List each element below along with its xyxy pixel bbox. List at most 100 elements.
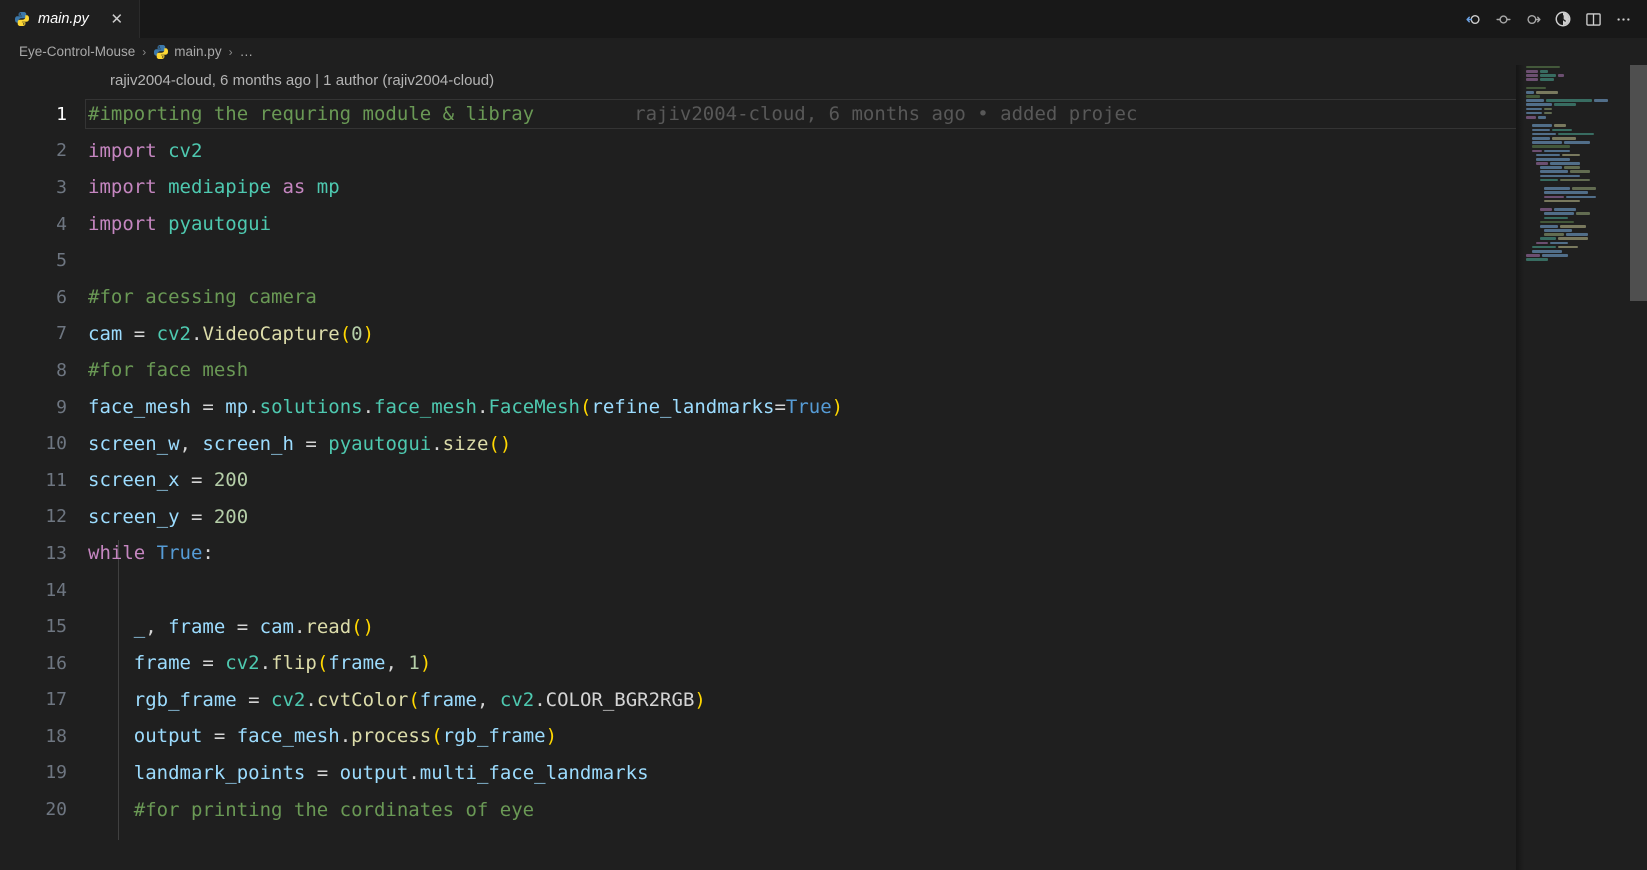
code-token: 0 xyxy=(351,322,363,345)
code-token: = xyxy=(248,688,272,711)
code-line-content[interactable]: #for printing the cordinates of eye xyxy=(85,799,1647,821)
code-line-content[interactable]: rgb_frame = cv2.cvtColor(frame, cv2.COLO… xyxy=(85,689,1647,711)
code-line-content[interactable]: landmark_points = output.multi_face_land… xyxy=(85,762,1647,784)
code-line[interactable]: 9 face_mesh = mp.solutions.face_mesh.Face… xyxy=(0,389,1647,426)
minimap-block xyxy=(1538,116,1546,119)
code-token: #for acessing camera xyxy=(88,286,317,309)
code-line[interactable]: 3 import mediapipe as mp xyxy=(0,169,1647,206)
minimap-block xyxy=(1552,136,1576,140)
code-token: . xyxy=(190,322,203,345)
code-line-content[interactable]: #for face mesh xyxy=(85,359,1647,381)
code-token: rgb_frame xyxy=(88,688,249,711)
code-token: . xyxy=(293,615,306,638)
breadcrumb-item-symbols[interactable]: … xyxy=(240,44,254,59)
minimap-block xyxy=(1540,237,1556,241)
minimap-block xyxy=(1576,212,1590,215)
code-line-content[interactable]: cam = cv2.VideoCapture(0) xyxy=(85,323,1647,345)
minimap-block xyxy=(1532,250,1562,253)
code-line[interactable]: 18 output = face_mesh.process(rgb_frame) xyxy=(0,718,1647,755)
code-token: read xyxy=(305,615,352,638)
code-token: ) xyxy=(419,652,432,675)
minimap-block xyxy=(1540,208,1552,211)
code-line[interactable]: 4 import pyautogui xyxy=(0,206,1647,243)
code-line[interactable]: 1 #importing the requring module & libray… xyxy=(0,96,1647,133)
code-token: = xyxy=(202,652,226,675)
code-line-content[interactable]: import mediapipe as mp xyxy=(85,176,1647,198)
breadcrumb-item-file[interactable]: main.py xyxy=(153,44,222,60)
code-line[interactable]: 8 #for face mesh xyxy=(0,352,1647,389)
code-token: . xyxy=(476,396,489,419)
code-token: screen_x xyxy=(88,469,191,492)
code-line-content[interactable]: face_mesh = mp.solutions.face_mesh.FaceM… xyxy=(85,396,1647,418)
code-line[interactable]: 15 _, frame = cam.read() xyxy=(0,608,1647,645)
code-line[interactable]: 20 #for printing the cordinates of eye xyxy=(0,791,1647,828)
code-token: . xyxy=(408,761,420,784)
code-token: multi_face_landmarks xyxy=(419,761,649,784)
code-token: mp xyxy=(316,176,340,199)
code-line-content[interactable]: #importing the requring module & libray r… xyxy=(85,99,1647,130)
minimap-block xyxy=(1544,191,1588,195)
code-line[interactable]: 11 screen_x = 200 xyxy=(0,462,1647,499)
minimap-block xyxy=(1542,254,1568,257)
code-line-content[interactable]: frame = cv2.flip(frame, 1) xyxy=(85,652,1647,674)
minimap-block xyxy=(1540,174,1580,178)
minimap-block xyxy=(1532,245,1556,249)
code-line[interactable]: 16 frame = cv2.flip(frame, 1) xyxy=(0,645,1647,682)
minimap-block xyxy=(1544,199,1580,203)
code-line[interactable]: 7 cam = cv2.VideoCapture(0) xyxy=(0,316,1647,353)
code-line-content[interactable]: #for acessing camera xyxy=(85,286,1647,308)
code-line-content[interactable]: screen_w, screen_h = pyautogui.size() xyxy=(85,433,1647,455)
code-token: 200 xyxy=(213,505,249,528)
code-line-content[interactable]: import cv2 xyxy=(85,140,1647,162)
minimap-block xyxy=(1532,149,1542,153)
breadcrumb-folder-label: Eye-Control-Mouse xyxy=(19,44,136,59)
editor-tab-main-py[interactable]: main.py ✕ xyxy=(0,0,140,38)
code-lines-container[interactable]: 1 #importing the requring module & libray… xyxy=(0,96,1647,870)
code-line[interactable]: 12 screen_y = 200 xyxy=(0,499,1647,536)
breadcrumb-item-folder[interactable]: Eye-Control-Mouse xyxy=(19,44,135,59)
code-line-content[interactable]: import pyautogui xyxy=(85,213,1647,235)
code-token: face_mesh xyxy=(88,396,203,419)
minimap-block xyxy=(1536,241,1548,245)
vertical-scrollbar[interactable] xyxy=(1630,65,1647,870)
minimap-block xyxy=(1558,245,1578,249)
code-line[interactable]: 19 landmark_points = output.multi_face_l… xyxy=(0,755,1647,792)
close-icon[interactable]: ✕ xyxy=(107,9,127,29)
editor-tab-label: main.py xyxy=(38,11,89,27)
code-editor[interactable]: rajiv2004-cloud, 6 months ago | 1 author… xyxy=(0,65,1647,870)
code-token: = xyxy=(190,469,214,492)
minimap-block xyxy=(1544,107,1552,111)
code-token: 200 xyxy=(213,469,249,492)
code-line-content[interactable]: screen_x = 200 xyxy=(85,469,1647,491)
code-line[interactable]: 10 screen_w, screen_h = pyautogui.size() xyxy=(0,425,1647,462)
code-token: ) xyxy=(831,396,844,419)
code-line[interactable]: 2 import cv2 xyxy=(0,133,1647,170)
code-line[interactable]: 14 xyxy=(0,572,1647,609)
split-editor-right-icon[interactable] xyxy=(1579,5,1607,33)
code-line[interactable]: 13 while True: xyxy=(0,535,1647,572)
minimap-block xyxy=(1532,124,1552,128)
code-line-content[interactable]: while True: xyxy=(85,542,1647,564)
code-line[interactable]: 17 rgb_frame = cv2.cvtColor(frame, cv2.C… xyxy=(0,682,1647,719)
toggle-blame-icon[interactable] xyxy=(1549,5,1577,33)
code-token: pyautogui xyxy=(168,213,272,236)
minimap-block xyxy=(1526,116,1536,119)
vertical-scrollbar-thumb[interactable] xyxy=(1630,65,1647,301)
code-line-content[interactable]: screen_y = 200 xyxy=(85,506,1647,528)
code-token: , xyxy=(477,688,500,711)
go-to-previous-change-icon[interactable] xyxy=(1459,5,1487,33)
vscode-editor-window: main.py ✕ Eye-Control-Mouse › main.py › … xyxy=(0,0,1647,870)
code-token: () xyxy=(351,615,375,638)
python-file-icon xyxy=(15,12,29,26)
code-token: cvtColor xyxy=(316,688,409,711)
code-line-content[interactable]: _, frame = cam.read() xyxy=(85,616,1647,638)
go-to-next-change-icon[interactable] xyxy=(1519,5,1547,33)
toggle-inline-change-icon[interactable] xyxy=(1489,5,1517,33)
more-actions-icon[interactable] xyxy=(1609,5,1637,33)
code-token: cam xyxy=(259,615,294,638)
code-line[interactable]: 5 xyxy=(0,242,1647,279)
code-line[interactable]: 6 #for acessing camera xyxy=(0,279,1647,316)
minimap-block xyxy=(1532,145,1570,148)
minimap[interactable] xyxy=(1516,65,1630,870)
code-line-content[interactable]: output = face_mesh.process(rgb_frame) xyxy=(85,725,1647,747)
